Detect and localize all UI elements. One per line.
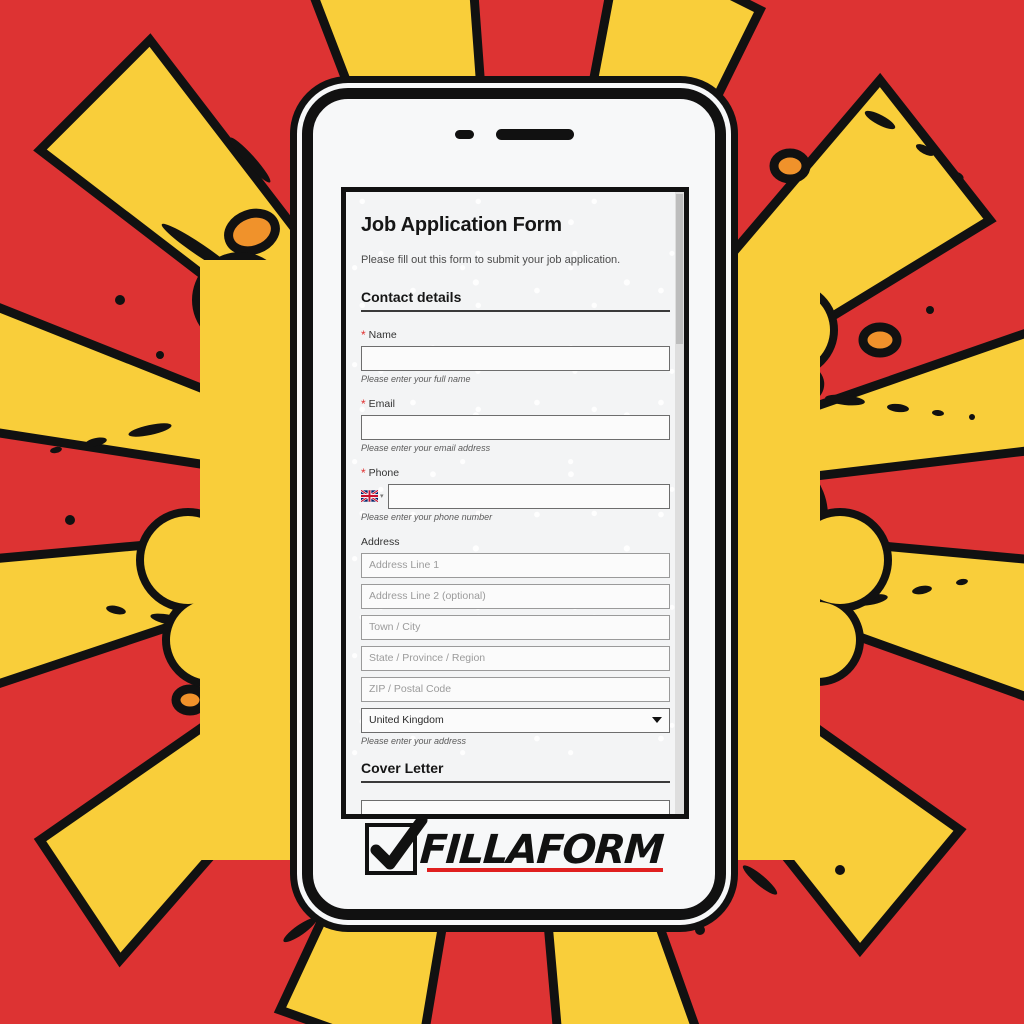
chevron-down-icon: ▾ xyxy=(380,493,384,501)
camera-dot-icon xyxy=(454,130,474,139)
page-title: Job Application Form xyxy=(361,214,562,236)
phone-input[interactable] xyxy=(387,483,670,509)
scrollbar-thumb[interactable] xyxy=(676,194,683,344)
phone-input-row: ▾ xyxy=(361,483,670,509)
email-input[interactable] xyxy=(361,414,670,440)
label-address-text: Address xyxy=(361,535,400,548)
help-email: Please enter your email address xyxy=(361,442,491,453)
field-phone: * Phone ▾ Please enter your phone number xyxy=(361,467,670,522)
section-heading-contact-details: Contact details xyxy=(361,289,670,312)
label-phone-text: Phone xyxy=(368,466,400,479)
address-line-1-input[interactable]: Address Line 1 xyxy=(361,552,670,578)
logo-checkbox xyxy=(365,814,428,875)
required-asterisk-icon: * xyxy=(361,465,366,480)
fillaform-logo: FILLAFORM xyxy=(313,814,715,875)
address-line-2-input[interactable]: Address Line 2 (optional) xyxy=(361,583,670,609)
field-name: * Name Please enter your full name xyxy=(361,329,670,384)
smartphone-mockup: Job Application Form Please fill out thi… xyxy=(302,88,726,920)
job-application-form: Job Application Form Please fill out thi… xyxy=(346,192,684,814)
label-email: * Email xyxy=(361,398,670,410)
phone-screen: Job Application Form Please fill out thi… xyxy=(341,187,689,819)
logo-text: FILLAFORM xyxy=(418,826,665,873)
label-name-text: Name xyxy=(368,328,397,341)
logo-wordmark: FILLAFORM xyxy=(418,826,665,873)
section-heading-cover-letter: Cover Letter xyxy=(361,760,670,783)
label-phone: * Phone xyxy=(361,467,670,479)
uk-flag-icon xyxy=(361,490,378,503)
speaker-slot-icon xyxy=(495,129,574,140)
state-province-region-input[interactable]: State / Province / Region xyxy=(361,645,670,671)
phone-top-hardware xyxy=(313,129,715,140)
label-email-text: Email xyxy=(368,397,395,410)
form-intro-text: Please fill out this form to submit your… xyxy=(361,254,621,266)
town-city-input[interactable]: Town / City xyxy=(361,614,670,640)
country-code-selector[interactable]: ▾ xyxy=(361,490,384,503)
required-asterisk-icon: * xyxy=(361,327,366,342)
help-name: Please enter your full name xyxy=(361,373,471,384)
country-select-value: United Kingdom xyxy=(369,714,444,727)
label-address: Address xyxy=(361,536,670,548)
country-select[interactable]: United Kingdom xyxy=(361,707,670,733)
label-name: * Name xyxy=(361,329,670,341)
scrollbar[interactable] xyxy=(675,192,684,814)
field-email: * Email Please enter your email address xyxy=(361,398,670,453)
help-phone: Please enter your phone number xyxy=(361,511,493,522)
dropdown-arrow-icon xyxy=(652,717,662,724)
field-address: Address Address Line 1 Address Line 2 (o… xyxy=(361,536,670,746)
required-asterisk-icon: * xyxy=(361,396,366,411)
address-lines: Address Line 1 Address Line 2 (optional)… xyxy=(361,552,670,733)
zip-postal-code-input[interactable]: ZIP / Postal Code xyxy=(361,676,670,702)
name-input[interactable] xyxy=(361,345,670,371)
help-address: Please enter your address xyxy=(361,735,467,746)
